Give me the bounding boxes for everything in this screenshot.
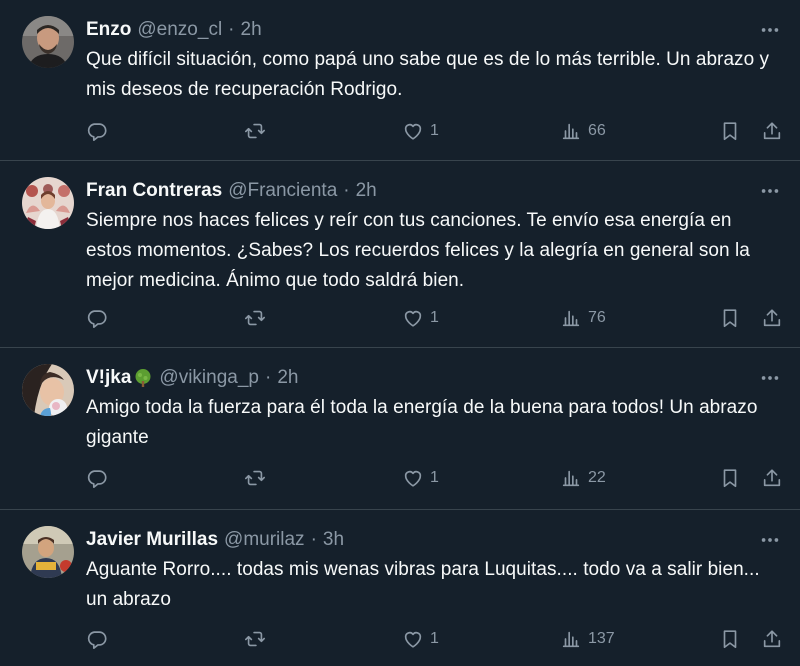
more-icon[interactable] xyxy=(758,18,782,42)
author-handle[interactable]: @Francienta xyxy=(228,177,337,205)
separator-dot: · xyxy=(310,529,317,550)
views-button[interactable]: 137 xyxy=(560,625,615,653)
bookmark-button[interactable] xyxy=(719,464,741,492)
like-button[interactable]: 1 xyxy=(402,304,439,332)
share-button[interactable] xyxy=(761,304,783,332)
more-icon[interactable] xyxy=(758,366,782,390)
action-bar: 1 22 xyxy=(86,464,782,492)
tree-emoji-icon xyxy=(133,368,153,388)
share-icon xyxy=(761,307,783,329)
views-button[interactable]: 76 xyxy=(560,304,606,332)
timestamp[interactable]: 2h xyxy=(241,16,262,44)
avatar[interactable] xyxy=(22,364,74,416)
tweet-text: Amigo toda la fuerza para él toda la ene… xyxy=(86,397,758,448)
reply-button[interactable] xyxy=(86,625,108,653)
tweet-header: Fran Contreras @Francienta · 2h xyxy=(86,177,740,205)
like-icon xyxy=(402,307,424,329)
bookmark-button[interactable] xyxy=(719,117,741,145)
author-name[interactable]: Javier Murillas xyxy=(86,526,218,554)
tweet-header: Enzo @enzo_cl · 2h xyxy=(86,16,740,44)
timestamp[interactable]: 3h xyxy=(323,526,344,554)
bookmark-icon xyxy=(719,467,741,489)
retweet-button[interactable] xyxy=(244,625,266,653)
retweet-icon xyxy=(244,120,266,142)
avatar[interactable] xyxy=(22,526,74,578)
separator-dot: · xyxy=(228,19,235,40)
like-icon xyxy=(402,628,424,650)
action-bar: 1 76 xyxy=(86,304,782,332)
retweet-button[interactable] xyxy=(244,117,266,145)
views-button[interactable]: 22 xyxy=(560,464,606,492)
views-count: 137 xyxy=(588,630,615,647)
like-button[interactable]: 1 xyxy=(402,464,439,492)
like-button[interactable]: 1 xyxy=(402,117,439,145)
tweet[interactable]: Fran Contreras @Francienta · 2h Siempre … xyxy=(0,161,800,348)
retweet-button[interactable] xyxy=(244,464,266,492)
avatar[interactable] xyxy=(22,177,74,229)
reply-button[interactable] xyxy=(86,117,108,145)
separator-dot: · xyxy=(265,367,272,388)
share-button[interactable] xyxy=(761,625,783,653)
views-icon xyxy=(560,307,582,329)
timestamp[interactable]: 2h xyxy=(356,177,377,205)
author-handle[interactable]: @vikinga_p xyxy=(159,364,259,392)
share-icon xyxy=(761,628,783,650)
views-icon xyxy=(560,467,582,489)
like-count: 1 xyxy=(430,122,439,139)
views-button[interactable]: 66 xyxy=(560,117,606,145)
like-count: 1 xyxy=(430,630,439,647)
tweet-text: Siempre nos haces felices y reír con tus… xyxy=(86,210,750,291)
tweet-text: Aguante Rorro.... todas mis wenas vibras… xyxy=(86,559,760,610)
retweet-icon xyxy=(244,467,266,489)
more-icon[interactable] xyxy=(758,179,782,203)
author-handle[interactable]: @murilaz xyxy=(224,526,305,554)
reply-button[interactable] xyxy=(86,464,108,492)
action-bar: 1 66 xyxy=(86,117,782,145)
share-icon xyxy=(761,467,783,489)
bookmark-icon xyxy=(719,628,741,650)
retweet-icon xyxy=(244,307,266,329)
avatar[interactable] xyxy=(22,16,74,68)
separator-dot: · xyxy=(343,180,350,201)
bookmark-icon xyxy=(719,307,741,329)
like-icon xyxy=(402,120,424,142)
like-button[interactable]: 1 xyxy=(402,625,439,653)
action-bar: 1 137 xyxy=(86,625,782,653)
author-name[interactable]: Enzo xyxy=(86,16,131,44)
views-icon xyxy=(560,120,582,142)
share-icon xyxy=(761,120,783,142)
views-count: 22 xyxy=(588,469,606,486)
more-icon[interactable] xyxy=(758,528,782,552)
reply-button[interactable] xyxy=(86,304,108,332)
tweet-text: Que difícil situación, como papá uno sab… xyxy=(86,49,770,100)
reply-icon xyxy=(86,467,108,489)
author-name[interactable]: Fran Contreras xyxy=(86,177,222,205)
retweet-icon xyxy=(244,628,266,650)
retweet-button[interactable] xyxy=(244,304,266,332)
bookmark-button[interactable] xyxy=(719,625,741,653)
views-count: 76 xyxy=(588,309,606,326)
like-count: 1 xyxy=(430,469,439,486)
like-count: 1 xyxy=(430,309,439,326)
views-icon xyxy=(560,628,582,650)
tweet-header: V!jka @vikinga_p · 2h xyxy=(86,364,740,392)
reply-icon xyxy=(86,120,108,142)
reply-icon xyxy=(86,628,108,650)
timestamp[interactable]: 2h xyxy=(277,364,298,392)
author-name[interactable]: V!jka xyxy=(86,364,131,392)
share-button[interactable] xyxy=(761,117,783,145)
tweet[interactable]: Enzo @enzo_cl · 2h Que difícil situación… xyxy=(0,0,800,161)
tweet[interactable]: Javier Murillas @murilaz · 3h Aguante Ro… xyxy=(0,510,800,666)
bookmark-icon xyxy=(719,120,741,142)
bookmark-button[interactable] xyxy=(719,304,741,332)
share-button[interactable] xyxy=(761,464,783,492)
tweet[interactable]: V!jka @vikinga_p · 2h Amigo toda la fuer… xyxy=(0,348,800,510)
author-handle[interactable]: @enzo_cl xyxy=(137,16,222,44)
views-count: 66 xyxy=(588,122,606,139)
reply-icon xyxy=(86,307,108,329)
like-icon xyxy=(402,467,424,489)
tweet-header: Javier Murillas @murilaz · 3h xyxy=(86,526,740,554)
